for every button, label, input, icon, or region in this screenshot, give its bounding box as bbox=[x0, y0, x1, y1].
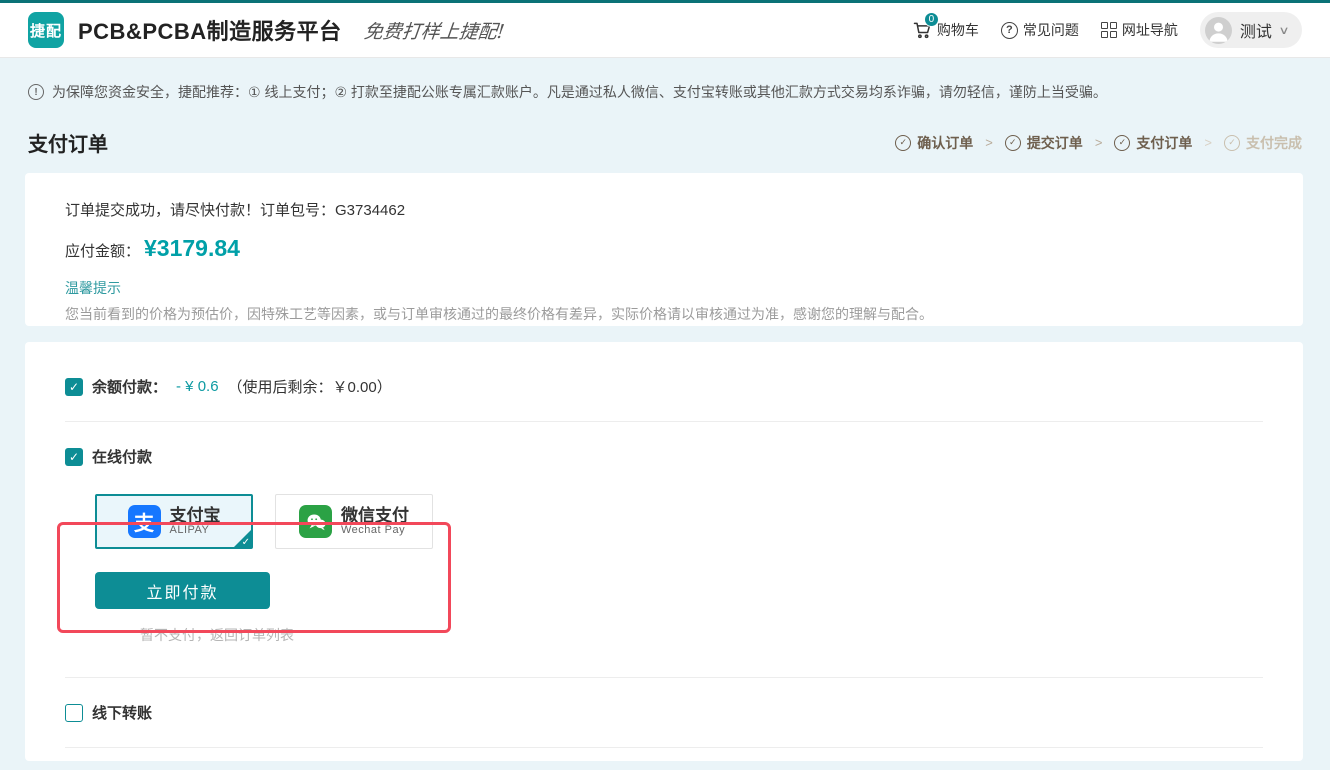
alipay-sub: ALIPAY bbox=[170, 524, 221, 536]
check-circle-icon: ✓ bbox=[895, 135, 911, 151]
check-circle-icon: ✓ bbox=[1224, 135, 1240, 151]
online-payment-checkbox[interactable]: ✓ bbox=[65, 448, 83, 466]
step-label: 支付订单 bbox=[1136, 133, 1192, 153]
page-title-row: 支付订单 ✓ 确认订单 > ✓ 提交订单 > ✓ 支付订单 > ✓ 支付完成 bbox=[0, 102, 1330, 173]
checkout-steps: ✓ 确认订单 > ✓ 提交订单 > ✓ 支付订单 > ✓ 支付完成 bbox=[895, 133, 1302, 153]
security-notice: ! 为保障您资金安全，捷配推荐：① 线上支付；② 打款至捷配公账专属汇款账户。凡… bbox=[0, 58, 1330, 102]
wechat-method-card[interactable]: 微信支付 Wechat Pay bbox=[275, 494, 433, 549]
cart-icon: 0 bbox=[912, 20, 932, 40]
wechat-name: 微信支付 bbox=[341, 507, 409, 525]
order-info-card: 订单提交成功，请尽快付款！订单包号：G3734462 应付金额： ¥3179.8… bbox=[25, 173, 1303, 326]
alert-exclamation-icon: ! bbox=[28, 84, 44, 100]
question-icon: ? bbox=[1001, 22, 1018, 39]
user-menu[interactable]: 测试 ∨ bbox=[1200, 12, 1302, 48]
site-slogan: 免费打样上捷配! bbox=[362, 17, 505, 44]
step-confirm-order: ✓ 确认订单 bbox=[895, 133, 973, 153]
tip-text: 您当前看到的价格为预估价，因特殊工艺等因素，或与订单审核通过的最终价格有差异，实… bbox=[65, 304, 1263, 324]
amount-label: 应付金额： bbox=[65, 240, 140, 261]
order-success-line: 订单提交成功，请尽快付款！订单包号：G3734462 bbox=[65, 199, 1263, 220]
skip-payment-link[interactable]: 暂不支付，返回订单列表 bbox=[140, 625, 1263, 645]
divider bbox=[65, 747, 1263, 748]
divider bbox=[65, 677, 1263, 678]
step-separator: > bbox=[1204, 135, 1212, 150]
amount-line: 应付金额： ¥3179.84 bbox=[65, 235, 1263, 262]
wechat-pay-icon bbox=[299, 505, 332, 538]
amount-due: ¥3179.84 bbox=[144, 235, 240, 262]
payment-methods: 支 支付宝 ALIPAY ✓ bbox=[95, 494, 1263, 549]
pay-now-button[interactable]: 立即付款 bbox=[95, 572, 270, 609]
header-actions: 0 购物车 ? 常见问题 网址导航 测试 ∨ bbox=[912, 12, 1302, 48]
logo[interactable]: 捷配 bbox=[28, 12, 64, 48]
online-payment-body: 支 支付宝 ALIPAY ✓ bbox=[95, 494, 1263, 645]
faq-label: 常见问题 bbox=[1023, 20, 1079, 40]
step-label: 支付完成 bbox=[1246, 133, 1302, 153]
faq-link[interactable]: ? 常见问题 bbox=[1001, 20, 1079, 40]
payment-card: ✓ 余额付款： - ¥ 0.6 （使用后剩余：￥0.00） ✓ 在线付款 支 支… bbox=[25, 342, 1303, 761]
grid-icon bbox=[1101, 22, 1117, 38]
online-payment-row: ✓ 在线付款 bbox=[65, 446, 1263, 467]
alipay-icon: 支 bbox=[128, 505, 161, 538]
site-header: 捷配 PCB&PCBA制造服务平台 免费打样上捷配! 0 购物车 ? 常见问题 … bbox=[0, 3, 1330, 58]
cart-link[interactable]: 0 购物车 bbox=[912, 20, 979, 40]
wechat-sub: Wechat Pay bbox=[341, 524, 409, 536]
balance-remaining: （使用后剩余：￥0.00） bbox=[228, 376, 392, 397]
alipay-name: 支付宝 bbox=[170, 507, 221, 525]
nav-label: 网址导航 bbox=[1122, 20, 1178, 40]
cart-count-badge: 0 bbox=[924, 12, 939, 27]
order-success-text: 订单提交成功，请尽快付款！订单包号： bbox=[65, 202, 335, 219]
site-nav-link[interactable]: 网址导航 bbox=[1101, 20, 1178, 40]
offline-transfer-label: 线下转账 bbox=[92, 702, 152, 723]
step-label: 确认订单 bbox=[917, 133, 973, 153]
site-title: PCB&PCBA制造服务平台 bbox=[78, 14, 342, 46]
online-payment-label: 在线付款 bbox=[92, 446, 152, 467]
step-label: 提交订单 bbox=[1027, 133, 1083, 153]
balance-label: 余额付款： bbox=[92, 376, 167, 397]
alipay-method-card[interactable]: 支 支付宝 ALIPAY ✓ bbox=[95, 494, 253, 549]
order-number: G3734462 bbox=[335, 202, 405, 219]
tip-title: 温馨提示 bbox=[65, 278, 1263, 298]
check-circle-icon: ✓ bbox=[1114, 135, 1130, 151]
divider bbox=[65, 421, 1263, 422]
step-submit-order: ✓ 提交订单 bbox=[1005, 133, 1083, 153]
step-separator: > bbox=[1095, 135, 1103, 150]
step-pay-complete: ✓ 支付完成 bbox=[1224, 133, 1302, 153]
cart-label: 购物车 bbox=[937, 20, 979, 40]
offline-transfer-row: 线下转账 bbox=[65, 702, 1263, 723]
chevron-down-icon: ∨ bbox=[1278, 24, 1289, 37]
balance-payment-row: ✓ 余额付款： - ¥ 0.6 （使用后剩余：￥0.00） bbox=[65, 376, 1263, 397]
offline-transfer-checkbox[interactable] bbox=[65, 704, 83, 722]
step-separator: > bbox=[985, 135, 993, 150]
balance-amount: - ¥ 0.6 bbox=[176, 378, 219, 395]
user-name: 测试 bbox=[1240, 18, 1272, 42]
page-title: 支付订单 bbox=[28, 128, 108, 157]
step-pay-order: ✓ 支付订单 bbox=[1114, 133, 1192, 153]
security-notice-text: 为保障您资金安全，捷配推荐：① 线上支付；② 打款至捷配公账专属汇款账户。凡是通… bbox=[52, 82, 1107, 102]
selected-corner-check-icon: ✓ bbox=[233, 529, 252, 548]
avatar-person-icon bbox=[1205, 17, 1232, 44]
balance-checkbox[interactable]: ✓ bbox=[65, 378, 83, 396]
check-circle-icon: ✓ bbox=[1005, 135, 1021, 151]
